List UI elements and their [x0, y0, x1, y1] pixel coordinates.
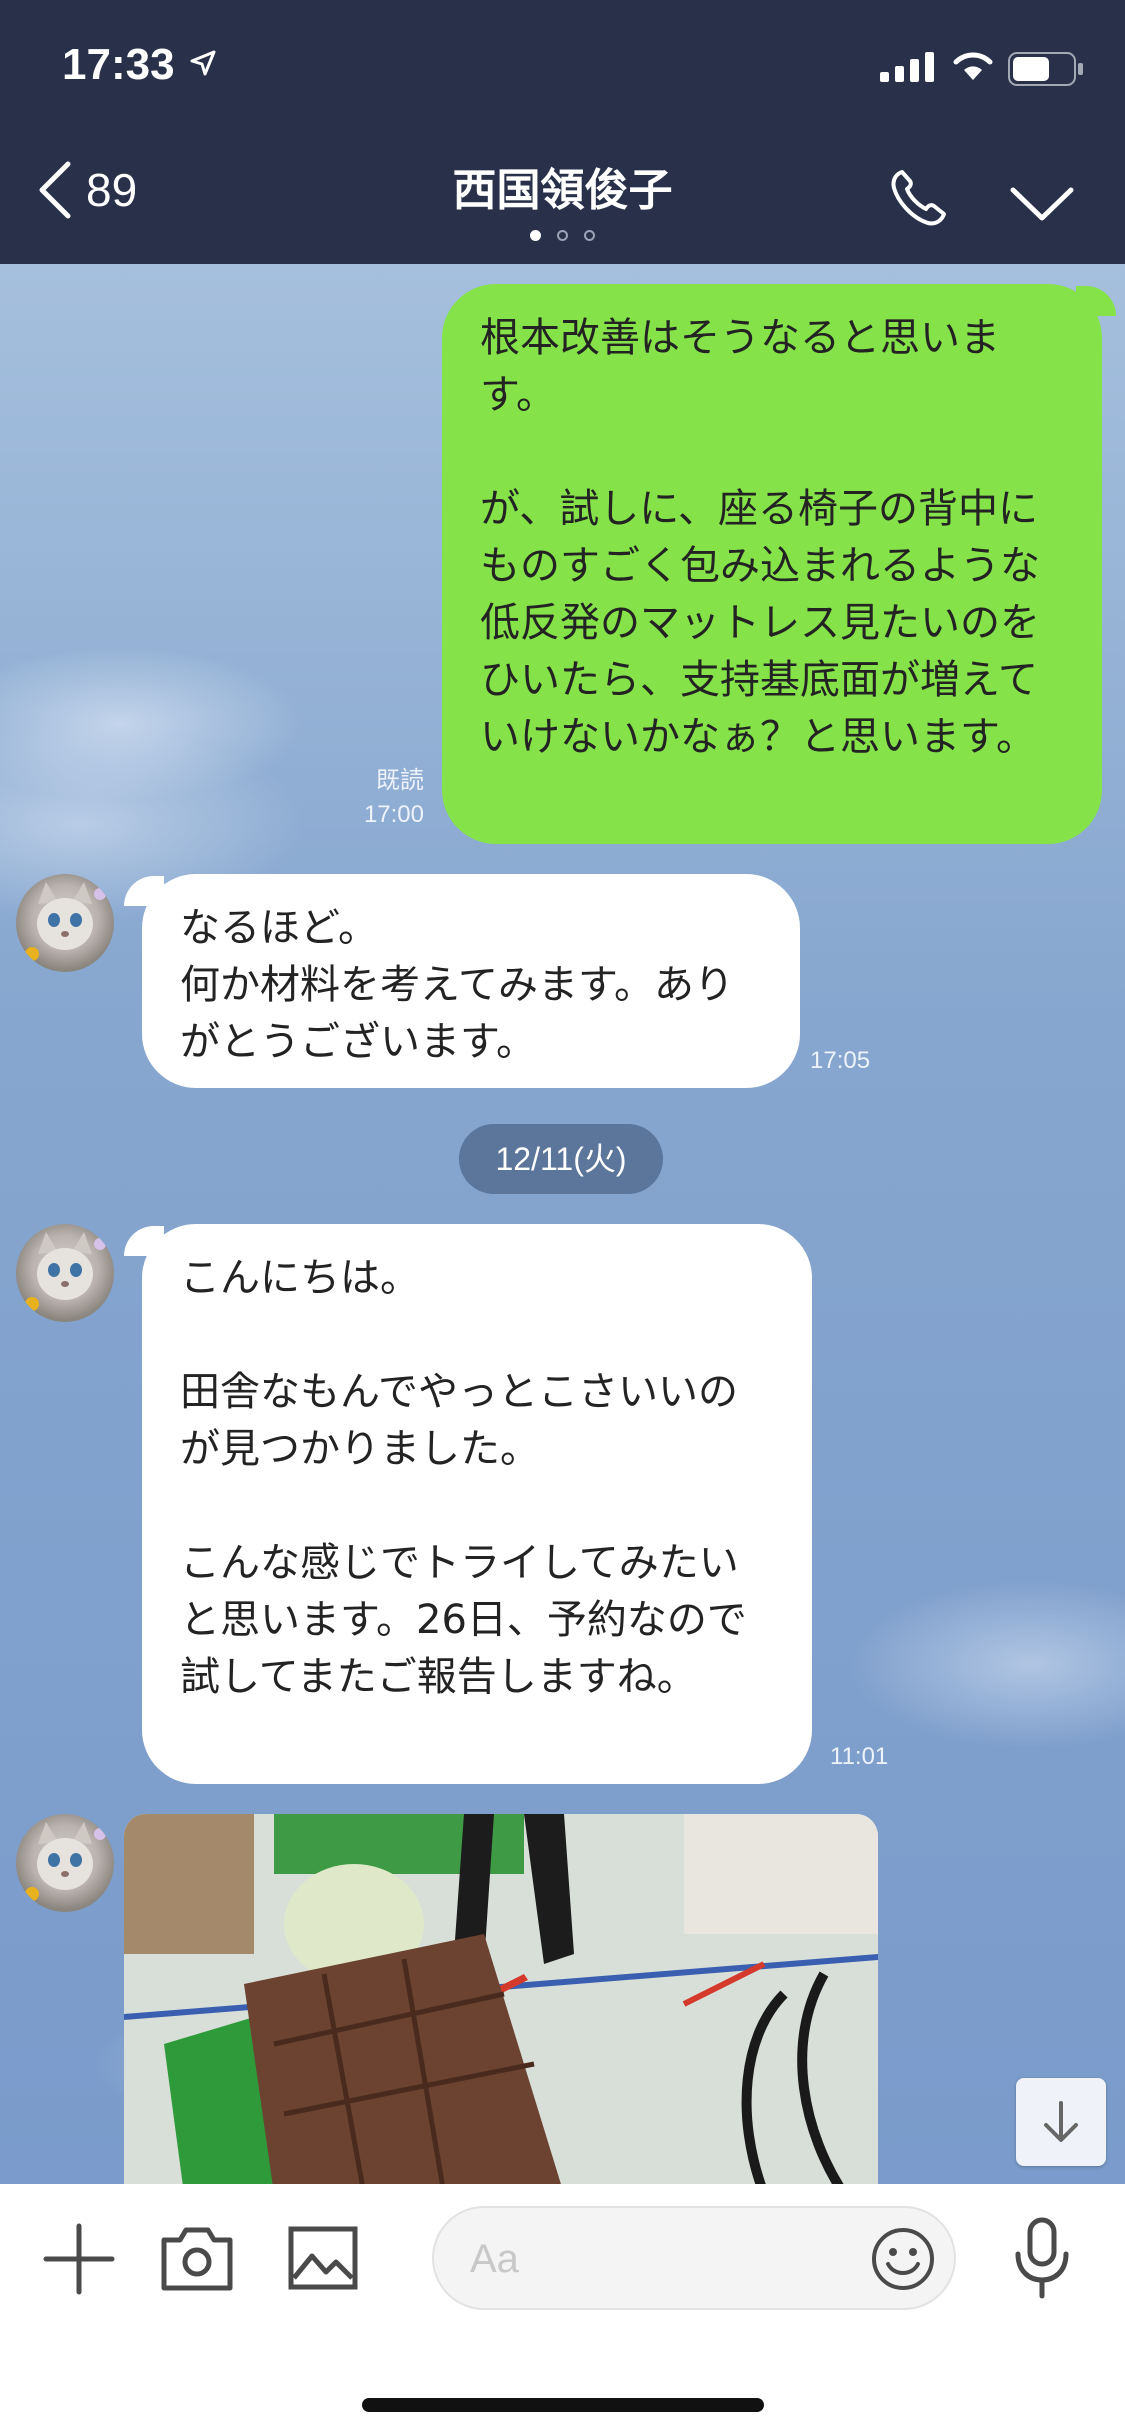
emoji-icon[interactable]	[870, 2226, 936, 2292]
page-dot	[530, 230, 541, 241]
message-time: 17:00	[363, 801, 424, 828]
chevron-down-icon[interactable]	[1010, 186, 1074, 222]
chat-title: 西国領俊子	[452, 165, 673, 216]
arrow-down-icon	[1044, 2101, 1078, 2142]
location-arrow-icon	[190, 50, 216, 76]
home-indicator[interactable]	[362, 2398, 764, 2412]
avatar[interactable]	[16, 874, 114, 972]
cat-avatar-icon	[25, 1822, 106, 1901]
scroll-to-bottom-button[interactable]	[1016, 2078, 1106, 2166]
signal-icon	[880, 52, 934, 82]
plus-icon[interactable]	[42, 2222, 116, 2296]
cat-avatar-icon	[25, 1232, 106, 1311]
wifi-icon	[953, 52, 993, 80]
message-time: 11:01	[830, 1743, 889, 1770]
message-input-bar	[0, 2184, 1125, 2436]
camera-icon[interactable]	[160, 2224, 234, 2292]
phone-icon[interactable]	[888, 168, 948, 228]
incoming-message[interactable]: こんにちは。 田舎なもんでやっとこさいいのが見つかりました。 こんな感じでトライ…	[142, 1224, 812, 1784]
read-receipt: 既読	[376, 767, 424, 794]
image-icon[interactable]	[288, 2226, 358, 2290]
microphone-icon[interactable]	[1010, 2216, 1074, 2300]
page-dot	[557, 230, 568, 241]
message-time: 17:05	[810, 1047, 871, 1074]
chat-header: 17:33 89 西国領俊子	[0, 0, 1125, 264]
message-input-container	[432, 2206, 956, 2310]
battery-icon	[1008, 52, 1083, 86]
outgoing-message[interactable]: 根本改善はそうなると思います。 が、試しに、座る椅子の背中にものすごく包み込まれ…	[442, 284, 1102, 844]
avatar[interactable]	[16, 1814, 114, 1912]
message-input[interactable]	[468, 2228, 852, 2290]
avatar[interactable]	[16, 1224, 114, 1322]
chat-area[interactable]: 根本改善はそうなると思います。 が、試しに、座る椅子の背中にものすごく包み込まれ…	[0, 264, 1125, 2184]
photo-image	[124, 1814, 878, 2184]
page-dot	[584, 230, 595, 241]
date-separator: 12/11(火)	[459, 1124, 663, 1194]
status-time: 17:33	[62, 40, 175, 89]
page-indicator	[0, 230, 1125, 241]
message-meta: 既読 17:00	[300, 764, 424, 832]
photo-message[interactable]	[124, 1814, 878, 2184]
incoming-message[interactable]: なるほど。 何か材料を考えてみます。ありがとうございます。	[142, 874, 800, 1088]
cat-avatar-icon	[25, 882, 106, 961]
